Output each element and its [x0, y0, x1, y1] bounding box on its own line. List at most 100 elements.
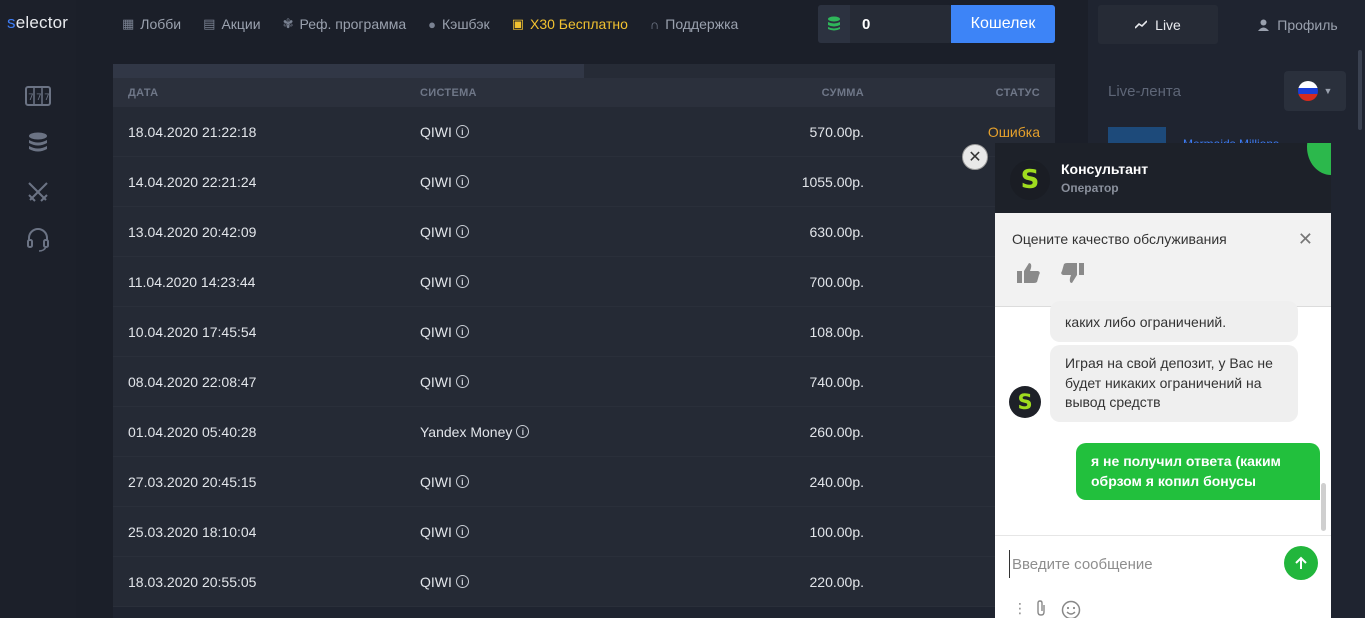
table-row[interactable]: 08.04.2020 22:08:47QIWIi740.00р.Ус: [113, 357, 1055, 407]
cell-date: 27.03.2020 20:45:15: [128, 473, 257, 490]
info-icon[interactable]: i: [455, 525, 469, 538]
headset-icon[interactable]: [24, 226, 52, 254]
user-message: я не получил ответа (каким обрзом я копи…: [1076, 443, 1320, 500]
attach-icon[interactable]: [1035, 600, 1047, 618]
logo[interactable]: selector: [7, 13, 68, 33]
info-icon[interactable]: i: [455, 275, 469, 288]
info-icon[interactable]: i: [455, 475, 469, 488]
header-status: СТАТУС: [995, 86, 1040, 99]
logo-rest: elector: [15, 13, 69, 32]
cell-date: 18.04.2020 21:22:18: [128, 123, 257, 140]
nav-x30-free-label: X30 Бесплатно: [529, 16, 628, 32]
info-icon[interactable]: i: [455, 225, 469, 238]
table-row[interactable]: 01.04.2020 05:40:28 Yandex Money i 260.00р.…: [113, 407, 1055, 457]
info-icon[interactable]: i: [455, 325, 469, 338]
chat-close-button[interactable]: ✕: [962, 144, 988, 170]
chat-messages: каких либо ограничений. Играя на свой де…: [995, 301, 1331, 535]
russia-flag-icon: [1297, 81, 1318, 101]
chat-scrollbar[interactable]: [1321, 483, 1326, 531]
table-row[interactable]: 27.03.2020 20:45:15QIWIi240.00р.Ус: [113, 457, 1055, 507]
rating-panel: Оцените качество обслуживания ✕: [995, 213, 1331, 307]
agent-avatar-small: S: [1009, 386, 1041, 418]
pulse-icon: [1135, 19, 1148, 29]
table-row[interactable]: 25.03.2020 18:10:04QIWIi100.00р.Ус: [113, 507, 1055, 557]
scrollbar[interactable]: [1358, 50, 1362, 130]
crossed-swords-icon[interactable]: [24, 178, 52, 206]
cell-sum: 100.00р.: [809, 523, 865, 540]
nav-promotions[interactable]: ▤ Акции: [203, 16, 260, 32]
cell-date: 13.04.2020 20:42:09: [128, 223, 257, 240]
cell-sum: 740.00р.: [809, 373, 865, 390]
cell-status: Ошибка: [987, 123, 1040, 140]
cell-date: 25.03.2020 18:10:04: [128, 523, 257, 540]
cell-system: QIWI i: [420, 374, 720, 390]
cell-sum: 240.00р.: [809, 473, 865, 490]
tab-profile[interactable]: Профиль: [1238, 5, 1358, 44]
live-feed-title: Live-лента: [1108, 83, 1181, 100]
user-icon: ●: [428, 16, 437, 32]
emoji-icon[interactable]: [1061, 600, 1081, 618]
nav-x30-free[interactable]: ▣ X30 Бесплатно: [512, 16, 628, 32]
left-rail: selector 777: [0, 0, 76, 618]
wallet-button[interactable]: Кошелек: [951, 5, 1055, 43]
rating-close-icon[interactable]: ✕: [1298, 229, 1313, 250]
table-row[interactable]: 11.04.2020 14:23:44QIWIi700.00р.Ус: [113, 257, 1055, 307]
system-name: QIWI: [420, 523, 452, 540]
table-header: ДАТА СИСТЕМА СУММА СТАТУС: [113, 78, 1055, 107]
cell-system: QIWI i: [420, 274, 720, 290]
cell-sum: 260.00р.: [809, 423, 865, 440]
nav-cashback-label: Кэшбэк: [442, 16, 490, 32]
chat-status-corner: [1307, 143, 1331, 175]
tab-live-label: Live: [1155, 16, 1181, 33]
balance-value: 0: [862, 15, 871, 33]
table-row[interactable]: 18.04.2020 21:22:18 QIWI i 570.00р. Ошибка: [113, 107, 1055, 157]
info-icon[interactable]: i: [455, 175, 469, 188]
svg-text:7: 7: [28, 93, 34, 103]
rating-prompt: Оцените качество обслуживания: [1012, 231, 1227, 247]
nav-lobby[interactable]: ▦ Лобби: [122, 16, 181, 32]
send-button[interactable]: [1284, 546, 1318, 580]
coins-stack-icon[interactable]: [24, 130, 52, 158]
cell-date: 14.04.2020 22:21:24: [128, 173, 257, 190]
headset-icon: ∩: [649, 16, 660, 32]
more-options-icon[interactable]: ⋮: [1013, 600, 1027, 617]
coins-icon: [818, 5, 850, 43]
nav-support[interactable]: ∩ Поддержка: [650, 16, 738, 32]
system-name: QIWI: [420, 273, 452, 290]
cell-system: Yandex Money i: [420, 424, 720, 440]
user-icon: [1258, 19, 1270, 31]
slots-icon[interactable]: 777: [24, 82, 52, 110]
message-input[interactable]: [1009, 550, 1269, 578]
table-row[interactable]: 18.03.2020 20:55:05QIWIi220.00р.Ус: [113, 557, 1055, 607]
nav-referral[interactable]: ✾ Реф. программа: [283, 16, 407, 32]
header-sum: СУММА: [821, 86, 864, 99]
svg-text:7: 7: [36, 93, 42, 103]
table-tabs: [113, 64, 1055, 78]
nav-cashback[interactable]: ● Кэшбэк: [428, 16, 490, 32]
table-row[interactable]: 13.04.2020 20:42:09QIWIi630.00р.Ус: [113, 207, 1055, 257]
system-name: QIWI: [420, 373, 452, 390]
info-icon[interactable]: i: [455, 125, 469, 138]
cell-system: QIWI i: [420, 124, 720, 140]
active-tab[interactable]: [113, 64, 584, 78]
tab-live[interactable]: Live: [1098, 5, 1218, 44]
chevron-down-icon: ▼: [1323, 86, 1333, 96]
cell-system: QIWI i: [420, 474, 720, 490]
table-row[interactable]: 14.04.2020 22:21:24QIWIi1055.00р.Ус: [113, 157, 1055, 207]
table-body: 18.04.2020 21:22:18 QIWI i 570.00р. Ошибка 14…: [113, 107, 1055, 607]
system-name: QIWI: [420, 323, 452, 340]
system-name: QIWI: [420, 573, 452, 590]
svg-text:7: 7: [44, 93, 50, 103]
chat-widget: S Консультант Оператор Оцените качество …: [995, 143, 1331, 618]
info-icon[interactable]: i: [455, 375, 469, 388]
thumbs-down-icon[interactable]: [1059, 261, 1087, 287]
nav-promotions-label: Акции: [221, 16, 261, 32]
info-icon[interactable]: i: [455, 575, 469, 588]
thumbs-up-icon[interactable]: [1016, 261, 1044, 287]
nav-lobby-label: Лобби: [140, 16, 182, 32]
table-row[interactable]: 10.04.2020 17:45:54QIWIi108.00р.Ус: [113, 307, 1055, 357]
language-selector[interactable]: ▼: [1284, 71, 1346, 111]
system-name: QIWI: [420, 123, 452, 140]
agent-message: Играя на свой депозит, у Вас не будет ни…: [1050, 345, 1298, 422]
info-icon[interactable]: i: [516, 425, 530, 438]
